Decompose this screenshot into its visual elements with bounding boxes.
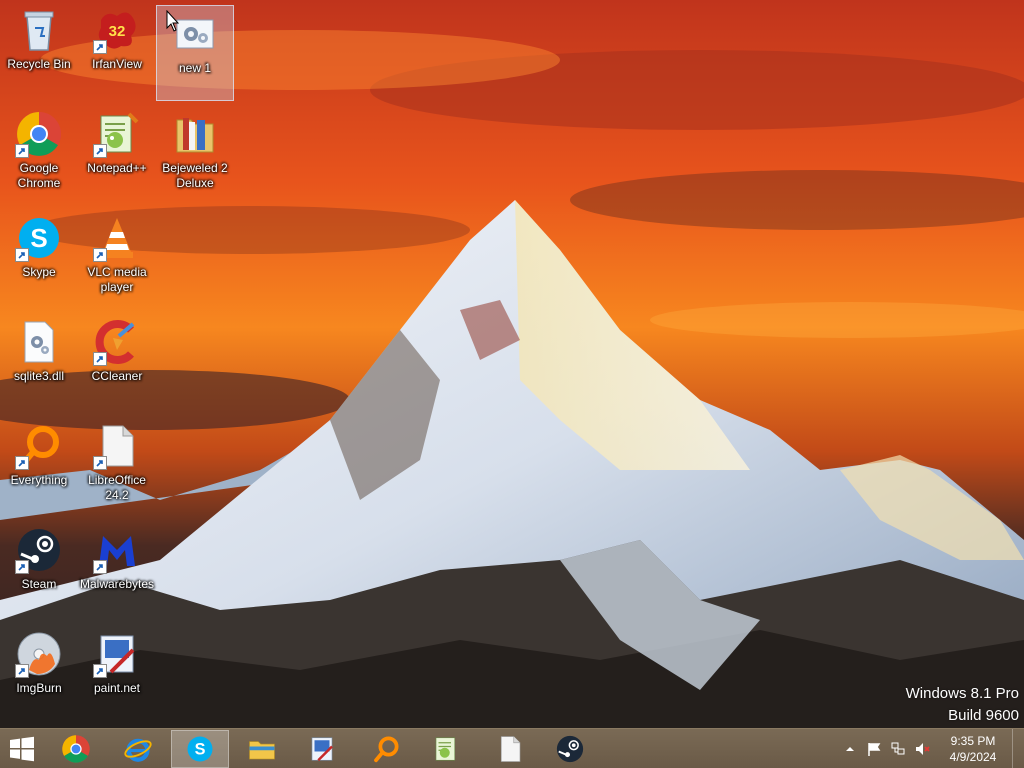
malwarebytes-icon (93, 526, 141, 574)
start-icon (10, 736, 34, 762)
taskbar-chrome[interactable] (47, 730, 105, 768)
irfanview-icon: 32 (93, 6, 141, 54)
svg-text:S: S (30, 223, 47, 253)
desktop-icon-label: sqlite3.dll (13, 369, 65, 383)
desktop-icon-label: CCleaner (91, 369, 143, 383)
desktop-icon-notepadpp[interactable]: Notepad++ (78, 106, 156, 202)
taskbar: S 9:35 PM 4/9/2024 (0, 728, 1024, 768)
chevron-up-icon (846, 747, 854, 751)
watermark-build: Build 9600 (948, 707, 1019, 724)
desktop-icon-everything[interactable]: Everything (0, 418, 78, 514)
desktop-icon-google-chrome[interactable]: Google Chrome (0, 106, 78, 202)
skype-icon: S (15, 214, 63, 262)
system-tray: 9:35 PM 4/9/2024 (838, 729, 1024, 768)
volume-button[interactable] (910, 729, 934, 768)
desktop-icon-steam[interactable]: Steam (0, 522, 78, 618)
steam-icon (556, 735, 584, 763)
desktop-icon-label: Everything (10, 473, 68, 487)
volume-muted-icon (916, 743, 930, 755)
shortcut-arrow-icon (93, 664, 107, 678)
everything-search-icon (374, 736, 399, 763)
clock-date: 4/9/2024 (949, 750, 997, 764)
taskbar-notepadpp[interactable] (417, 730, 475, 768)
desktop-icon-skype[interactable]: S Skype (0, 210, 78, 306)
desktop-icon-label: ImgBurn (16, 681, 62, 695)
desktop-icon-label: Bejeweled 2 Deluxe (162, 161, 228, 190)
taskbar-internet-explorer[interactable] (109, 730, 167, 768)
shortcut-arrow-icon (15, 456, 29, 470)
show-hidden-icons-button[interactable] (838, 729, 862, 768)
desktop-icon-libreoffice[interactable]: LibreOffice 24.2 (78, 418, 156, 514)
shortcut-arrow-icon (93, 40, 107, 54)
clock-time: 9:35 PM (950, 734, 996, 748)
imgburn-icon (15, 630, 63, 678)
recycle-bin-icon (15, 6, 63, 54)
desktop-icon-ccleaner[interactable]: CCleaner (78, 314, 156, 410)
vlc-icon (93, 214, 141, 262)
desktop-icon-label: IrfanView (92, 57, 142, 71)
taskbar-everything[interactable] (357, 730, 415, 768)
steam-icon (15, 526, 63, 574)
desktop-icon-imgburn[interactable]: ImgBurn (0, 626, 78, 722)
desktop-icon-vlc[interactable]: VLC media player (78, 210, 156, 306)
internet-explorer-icon (124, 738, 152, 762)
desktop-icon-label: paint.net (93, 681, 141, 695)
libreoffice-icon (93, 422, 141, 470)
shortcut-arrow-icon (15, 248, 29, 262)
desktop-icon-label: Steam (21, 577, 57, 591)
desktop-icon-malwarebytes[interactable]: Malwarebytes (78, 522, 156, 618)
chrome-icon (15, 110, 63, 158)
skype-icon: S (187, 736, 213, 762)
paintnet-icon (93, 630, 141, 678)
desktop-icon-label: Recycle Bin (7, 57, 71, 71)
show-desktop-button[interactable] (1012, 729, 1024, 768)
desktop-icon-label: VLC media player (87, 265, 147, 294)
desktop-icon-label: Malwarebytes (79, 577, 155, 591)
dll-file-icon (15, 318, 63, 366)
shortcut-arrow-icon (93, 456, 107, 470)
watermark-edition: Windows 8.1 Pro (905, 685, 1019, 702)
svg-text:S: S (195, 741, 206, 759)
taskbar-skype[interactable]: S (171, 730, 229, 768)
shortcut-arrow-icon (93, 560, 107, 574)
libreoffice-icon (500, 736, 521, 762)
start-button[interactable] (0, 730, 44, 768)
desktop-icon-label: Skype (22, 265, 56, 279)
svg-text:32: 32 (109, 23, 126, 40)
ccleaner-icon (93, 318, 141, 366)
paintnet-icon (311, 737, 333, 762)
desktop-icon-paintnet[interactable]: paint.net (78, 626, 156, 722)
mouse-cursor-icon (166, 10, 180, 32)
desktop-icon-irfanview[interactable]: 32 IrfanView (78, 2, 156, 98)
taskbar-steam[interactable] (541, 730, 599, 768)
shortcut-arrow-icon (15, 560, 29, 574)
taskbar-clock[interactable]: 9:35 PM 4/9/2024 (934, 729, 1012, 768)
notepadpp-icon (93, 110, 141, 158)
desktop-icon-label: LibreOffice 24.2 (88, 473, 146, 502)
desktop-icon-sqlite3-dll[interactable]: sqlite3.dll (0, 314, 78, 410)
chrome-icon (62, 735, 90, 763)
shortcut-arrow-icon (93, 248, 107, 262)
desktop-icon-label: new 1 (178, 61, 212, 75)
action-center-button[interactable] (862, 729, 886, 768)
desktop-icon-bejeweled[interactable]: Bejeweled 2 Deluxe (156, 106, 234, 202)
desktop-icon-recycle-bin[interactable]: Recycle Bin (0, 2, 78, 98)
taskbar-paintnet[interactable] (293, 730, 351, 768)
network-icon (891, 742, 905, 755)
taskbar-libreoffice[interactable] (481, 730, 539, 768)
bejeweled-folder-icon (171, 110, 219, 158)
flag-icon (868, 743, 881, 756)
desktop-icon-label: Google Chrome (17, 161, 61, 190)
network-button[interactable] (886, 729, 910, 768)
shortcut-arrow-icon (93, 352, 107, 366)
file-explorer-icon (249, 741, 275, 760)
desktop-icon-label: Notepad++ (87, 161, 147, 175)
shortcut-arrow-icon (93, 144, 107, 158)
windows-version-watermark: Windows 8.1 Pro Build 9600 (906, 683, 1019, 727)
shortcut-arrow-icon (15, 664, 29, 678)
shortcut-arrow-icon (15, 144, 29, 158)
notepadpp-icon (435, 737, 456, 761)
everything-search-icon (15, 422, 63, 470)
taskbar-file-explorer[interactable] (233, 730, 291, 768)
